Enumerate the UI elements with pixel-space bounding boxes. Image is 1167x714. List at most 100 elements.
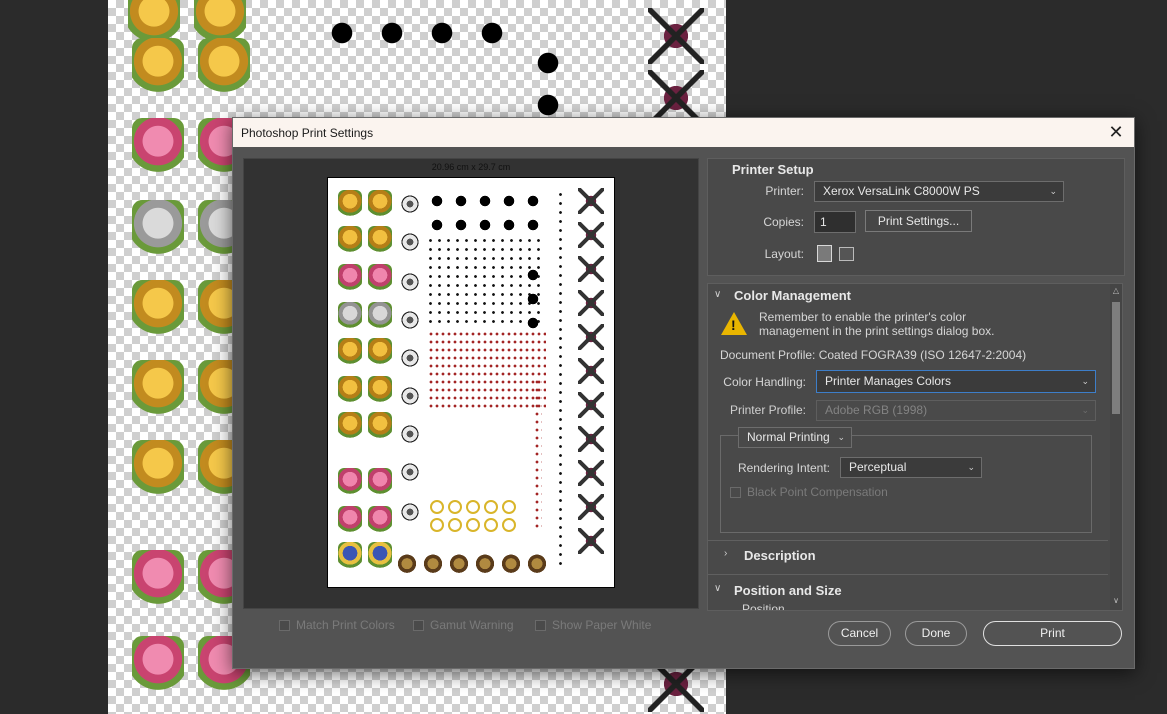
chevron-down-icon: ⌄ xyxy=(1081,376,1089,386)
scroll-down-icon[interactable]: ∨ xyxy=(1110,596,1122,605)
checkbox-label: Black Point Compensation xyxy=(747,485,888,499)
preview-crest xyxy=(368,264,392,292)
preview-crest xyxy=(338,506,362,534)
preview-skull xyxy=(399,422,421,446)
cancel-button[interactable]: Cancel xyxy=(828,621,891,646)
warning-icon: ! xyxy=(721,312,747,335)
preview-emblem xyxy=(524,194,542,208)
emblem-image xyxy=(422,18,462,48)
checkbox-label: Show Paper White xyxy=(552,618,652,632)
expand-triangle-icon[interactable]: › xyxy=(724,548,727,559)
preview-skull-emblem xyxy=(578,222,604,248)
preview-emblem xyxy=(428,218,446,232)
chevron-down-icon: ⌄ xyxy=(1049,186,1057,196)
preview-ring xyxy=(502,500,516,514)
preview-owl xyxy=(526,552,548,578)
printer-profile-select[interactable]: Adobe RGB (1998) ⌄ xyxy=(816,400,1096,421)
copies-input[interactable]: 1 xyxy=(814,211,856,233)
preview-ring xyxy=(466,500,480,514)
preview-owl xyxy=(500,552,522,578)
match-print-colors-checkbox[interactable]: Match Print Colors xyxy=(279,617,395,633)
rendering-intent-select[interactable]: Perceptual ⌄ xyxy=(840,457,982,478)
preview-crest xyxy=(338,338,362,366)
preview-emblem xyxy=(428,194,446,208)
close-icon[interactable]: ✕ xyxy=(1098,118,1134,147)
preview-skull-emblem xyxy=(578,392,604,418)
black-point-compensation-checkbox[interactable]: Black Point Compensation xyxy=(730,484,888,500)
preview-pattern xyxy=(428,330,546,412)
preview-emblem xyxy=(452,194,470,208)
preview-skull xyxy=(399,270,421,294)
preview-emblem xyxy=(452,218,470,232)
copies-label: Copies: xyxy=(763,215,804,229)
landscape-layout-icon[interactable] xyxy=(839,247,854,261)
settings-scrollbar[interactable]: △ ∨ xyxy=(1110,284,1122,610)
rendering-intent-label: Rendering Intent: xyxy=(737,461,830,475)
preview-crest xyxy=(368,506,392,534)
color-handling-label: Color Handling: xyxy=(723,375,806,389)
preview-crest xyxy=(338,302,362,330)
preview-crest xyxy=(338,264,362,292)
done-button[interactable]: Done xyxy=(905,621,967,646)
printer-select[interactable]: Xerox VersaLink C8000W PS ⌄ xyxy=(814,181,1064,202)
portrait-layout-icon[interactable] xyxy=(817,245,832,262)
printing-mode-select[interactable]: Normal Printing ⌄ xyxy=(738,427,852,448)
preview-crest xyxy=(338,542,362,570)
printer-label: Printer: xyxy=(765,184,804,198)
crest-image xyxy=(132,38,184,96)
gamut-warning-checkbox[interactable]: Gamut Warning xyxy=(413,617,514,633)
print-settings-dialog: Photoshop Print Settings ✕ 20.96 cm x 29… xyxy=(232,117,1135,669)
preview-ring xyxy=(448,518,462,532)
printer-profile-value: Adobe RGB (1998) xyxy=(825,403,928,417)
checkbox-box xyxy=(535,619,546,631)
print-button[interactable]: Print xyxy=(983,621,1122,646)
crest-image xyxy=(132,118,184,176)
preview-crest xyxy=(368,468,392,496)
warning-text-line2: management in the print settings dialog … xyxy=(759,324,995,338)
divider xyxy=(708,540,1108,541)
preview-skull-emblem xyxy=(578,290,604,316)
settings-scroll-panel[interactable]: ∨ Color Management ! Remember to enable … xyxy=(707,283,1123,611)
preview-owl xyxy=(448,552,470,578)
emblem-image xyxy=(472,18,512,48)
checkbox-box xyxy=(413,619,424,631)
crest-image xyxy=(132,280,184,338)
preview-skull xyxy=(399,346,421,370)
collapse-triangle-icon[interactable]: ∨ xyxy=(714,289,721,300)
preview-skull xyxy=(399,460,421,484)
crest-image xyxy=(132,550,184,608)
divider xyxy=(708,574,1108,575)
printer-value: Xerox VersaLink C8000W PS xyxy=(823,184,980,198)
preview-emblem xyxy=(500,194,518,208)
preview-crest xyxy=(368,338,392,366)
checkbox-label: Match Print Colors xyxy=(296,618,395,632)
position-and-size-section-title[interactable]: Position and Size xyxy=(734,583,842,598)
print-settings-button[interactable]: Print Settings... xyxy=(865,210,972,232)
preview-skull-emblem xyxy=(578,324,604,350)
chevron-down-icon: ⌄ xyxy=(967,462,975,472)
crest-image xyxy=(132,360,184,418)
preview-skull-emblem xyxy=(578,460,604,486)
preview-crest xyxy=(368,376,392,404)
preview-skull-emblem xyxy=(578,256,604,282)
preview-skull xyxy=(399,308,421,332)
preview-emblem xyxy=(524,268,542,282)
printing-mode-value: Normal Printing xyxy=(747,430,830,444)
show-paper-white-checkbox[interactable]: Show Paper White xyxy=(535,617,651,633)
preview-crest xyxy=(368,542,392,570)
preview-crest xyxy=(338,468,362,496)
scrollbar-thumb[interactable] xyxy=(1112,302,1120,414)
preview-skull xyxy=(399,230,421,254)
preview-ring xyxy=(502,518,516,532)
collapse-triangle-icon[interactable]: ∨ xyxy=(714,583,721,594)
preview-skull-emblem xyxy=(578,528,604,554)
preview-ring xyxy=(448,500,462,514)
preview-ring xyxy=(430,518,444,532)
description-section-title[interactable]: Description xyxy=(744,548,816,563)
print-preview[interactable]: 20.96 cm x 29.7 cm xyxy=(243,158,699,609)
color-handling-select[interactable]: Printer Manages Colors ⌄ xyxy=(816,370,1096,393)
dialog-titlebar: Photoshop Print Settings ✕ xyxy=(233,118,1134,147)
color-management-title[interactable]: Color Management xyxy=(734,288,851,303)
chevron-down-icon: ⌄ xyxy=(1081,405,1089,415)
scroll-up-icon[interactable]: △ xyxy=(1110,286,1122,295)
